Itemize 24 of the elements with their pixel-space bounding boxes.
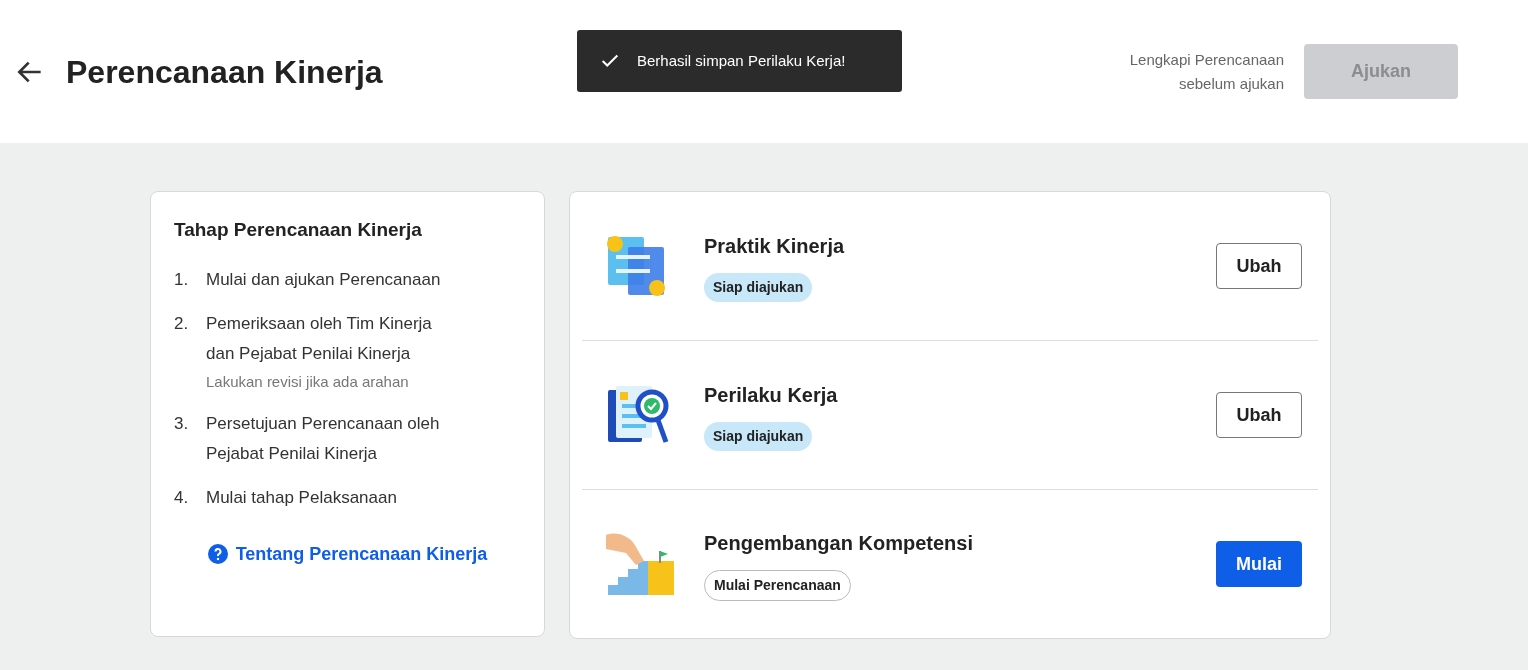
step-text: Mulai dan ajukan Perencanaan	[206, 268, 441, 291]
step-number: 3.	[174, 412, 190, 435]
section-title: Pengembangan Kompetensi	[704, 530, 973, 556]
step-text: Persetujuan Perencanaan oleh Pejabat Penilai Kinerja	[206, 412, 440, 465]
step-number: 2.	[174, 312, 190, 335]
step-note: Lakukan revisi jika ada arahan	[206, 371, 410, 392]
toast-message: Berhasil simpan Perilaku Kerja!	[637, 50, 846, 71]
step-text: Pemeriksaan oleh Tim Kinerja dan Pejabat Penilai Kinerja	[206, 312, 432, 365]
steps-title: Tahap Perencanaan Kinerja	[174, 218, 423, 242]
section-title: Perilaku Kerja	[704, 382, 838, 408]
status-badge: Siap diajukan	[704, 421, 813, 451]
section-action-button[interactable]: Ubah	[1216, 243, 1302, 289]
about-link[interactable]: Tentang Perencanaan Kinerja	[235, 540, 488, 568]
status-badge: Siap diajukan	[704, 272, 813, 302]
section-action-button[interactable]: Mulai	[1216, 541, 1302, 587]
step-number: 1.	[174, 268, 190, 291]
section-title: Praktik Kinerja	[704, 233, 845, 259]
help-icon	[207, 544, 228, 564]
submit-hint: Lengkapi Perencanaan sebelum ajukan	[1129, 49, 1284, 94]
page-title: Perencanaan Kinerja	[66, 52, 383, 92]
step-number: 4.	[174, 486, 190, 509]
section-action-button[interactable]: Ubah	[1216, 392, 1302, 438]
step-text: Mulai tahap Pelaksanaan	[206, 486, 397, 509]
stairs-hand-drawing	[604, 531, 676, 597]
